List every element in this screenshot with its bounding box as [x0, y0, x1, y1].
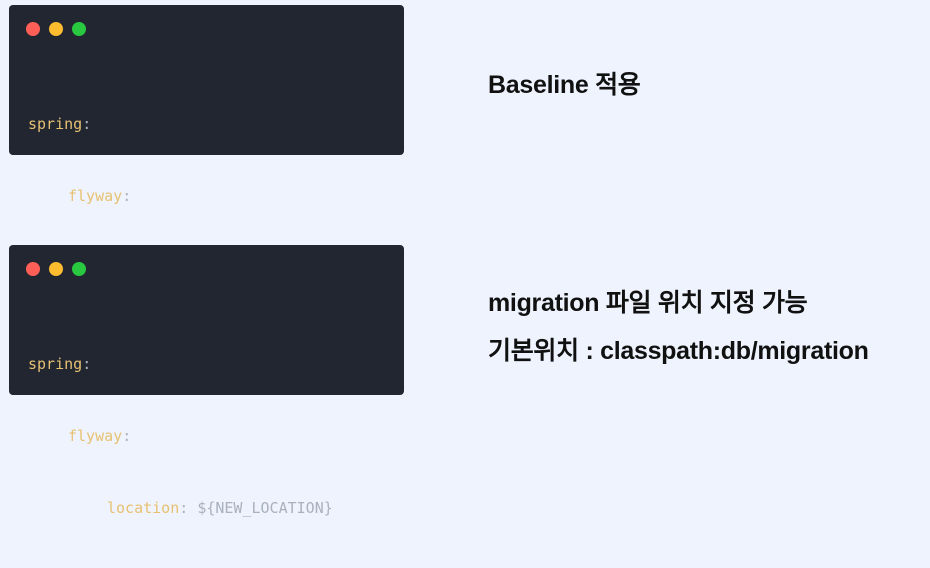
code-line: flyway:: [28, 184, 333, 208]
yaml-key: spring: [28, 115, 83, 133]
yaml-colon: :: [122, 427, 132, 445]
window-controls: [26, 22, 86, 36]
yaml-key: flyway: [68, 427, 123, 445]
window-controls: [26, 262, 86, 276]
close-dot-icon: [26, 262, 40, 276]
code-line: location: ${NEW_LOCATION}: [28, 496, 333, 520]
minimize-dot-icon: [49, 262, 63, 276]
yaml-colon: :: [179, 499, 198, 517]
code-line: spring:: [28, 112, 333, 136]
maximize-dot-icon: [72, 22, 86, 36]
code-block: spring: flyway: location: ${NEW_LOCATION…: [28, 304, 333, 568]
yaml-colon: :: [82, 355, 92, 373]
yaml-placeholder-value: ${NEW_LOCATION}: [197, 499, 333, 517]
close-dot-icon: [26, 22, 40, 36]
code-window-baseline: spring: flyway: baseline-on-migrate: tru…: [9, 5, 404, 277]
maximize-dot-icon: [72, 262, 86, 276]
minimize-dot-icon: [49, 22, 63, 36]
code-line: flyway:: [28, 424, 333, 448]
yaml-colon: :: [122, 187, 132, 205]
code-line: spring:: [28, 352, 333, 376]
baseline-heading: Baseline 적용: [488, 71, 641, 99]
code-window-location: spring: flyway: location: ${NEW_LOCATION…: [9, 245, 404, 517]
default-location-heading: 기본위치 : classpath:db/migration: [488, 337, 869, 365]
yaml-key: location: [107, 499, 180, 517]
migration-location-heading: migration 파일 위치 지정 가능: [488, 289, 808, 317]
yaml-key: flyway: [68, 187, 123, 205]
yaml-colon: :: [82, 115, 92, 133]
yaml-key: spring: [28, 355, 83, 373]
